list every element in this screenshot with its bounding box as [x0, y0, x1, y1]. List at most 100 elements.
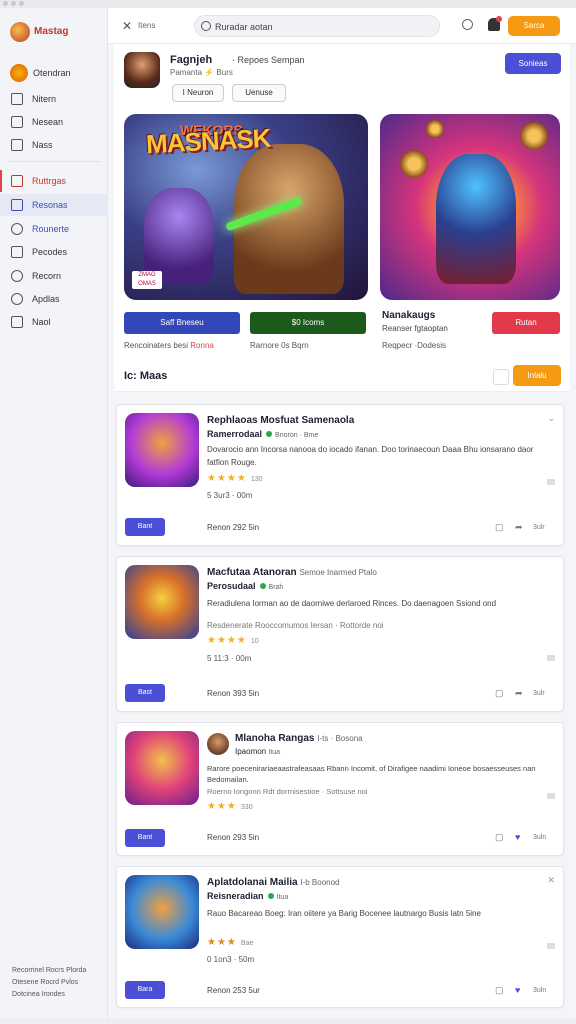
- user-avatar[interactable]: [10, 64, 28, 82]
- sidebar-item[interactable]: Naol: [0, 311, 108, 333]
- chevron-down-icon[interactable]: ⌄: [547, 413, 555, 424]
- card-thumbnail[interactable]: [125, 413, 199, 487]
- sidebar-item[interactable]: Rounerte: [0, 218, 108, 240]
- list-card[interactable]: Rephlaoas Mosfuat Samenaola Ramerrodaal B…: [116, 404, 564, 546]
- clock-icon: [11, 270, 23, 282]
- card-description: Reradiulena Iorman ao de daorniwe derlar…: [207, 599, 497, 608]
- gear-decoration: [426, 120, 444, 138]
- star-rating: ★★★★ 130: [207, 473, 263, 484]
- card-meta: Renon 293 5in: [207, 833, 260, 842]
- tab-label[interactable]: Itens: [138, 21, 155, 30]
- side-title[interactable]: Nanakaugs: [382, 310, 435, 321]
- card-title[interactable]: Rephlaoas Mosfuat Samenaola: [207, 415, 354, 426]
- card-title[interactable]: Macfutaa Atanoran Semoe Inarmed Ptalo: [207, 567, 377, 578]
- creator-avatar[interactable]: [124, 52, 160, 88]
- follow-button[interactable]: Sonieas: [505, 53, 561, 74]
- footer-link[interactable]: Otesene Rocrd Pvlos: [12, 979, 78, 986]
- sidebar-item[interactable]: Resonas: [0, 194, 108, 216]
- close-icon[interactable]: ✕: [122, 19, 132, 33]
- card-action[interactable]: 3ulr: [533, 690, 545, 697]
- menu-icon[interactable]: [547, 479, 555, 485]
- close-icon[interactable]: ✕: [547, 875, 555, 886]
- window-dot[interactable]: [11, 1, 16, 6]
- search-input[interactable]: [215, 19, 430, 34]
- window-dot[interactable]: [3, 1, 8, 6]
- notification-badge: [496, 16, 502, 22]
- card-button[interactable]: Bara: [125, 981, 165, 999]
- featured-art-side[interactable]: [380, 114, 560, 300]
- list-card[interactable]: Macfutaa Atanoran Semoe Inarmed Ptalo Pe…: [116, 556, 564, 712]
- heart-icon[interactable]: ♥: [515, 832, 520, 842]
- card-description: Rarore poecenirariaeaastrafeasaas Rbann …: [207, 764, 536, 784]
- sidebar-item[interactable]: Nesean: [0, 111, 108, 133]
- share-icon[interactable]: ➦: [515, 688, 523, 699]
- card-subtitle: Ramerrodaal Bnoron · Bme: [207, 429, 319, 439]
- sidebar-item-label: Nitern: [32, 94, 57, 104]
- card-meta: Renon 393 5in: [207, 689, 260, 698]
- secondary-button[interactable]: $0 Icoms: [250, 312, 366, 334]
- featured-art-main[interactable]: WEKORS MASNASK ZMAG OMAS: [124, 114, 368, 300]
- caption: Rencoinaters besi Ronna: [124, 341, 214, 350]
- card-meta: Renon 253 5ur: [207, 986, 260, 995]
- section-button[interactable]: Inlalu: [513, 365, 561, 386]
- card-subtitle: Ipaomon Itua: [235, 747, 281, 756]
- hero-panel: Fagnjeh · Repoes Sempan Pamanta ⚡ Burs I…: [114, 44, 570, 364]
- card-action[interactable]: 3ulr: [533, 524, 545, 531]
- gear-decoration: [400, 150, 428, 178]
- footer-link[interactable]: Recorrinel Rocrs Plorda: [12, 967, 86, 974]
- home-icon[interactable]: [493, 369, 509, 385]
- bookmark-icon[interactable]: ▢: [495, 522, 504, 533]
- card-subtitle: Perosudaal Brah: [207, 581, 284, 591]
- search-box[interactable]: [194, 15, 440, 37]
- author-avatar[interactable]: [207, 733, 229, 755]
- section-title: Ic: Maas: [124, 370, 168, 382]
- list-card[interactable]: Mlanoha Rangas I-ts · Bosona Ipaomon Itu…: [116, 722, 564, 856]
- card-button[interactable]: Bant: [125, 829, 165, 847]
- card-thumbnail[interactable]: [125, 875, 199, 949]
- sidebar-item[interactable]: Apdlas: [0, 288, 108, 310]
- chip[interactable]: I Neuron: [172, 84, 224, 102]
- sidebar-item[interactable]: Nitern: [0, 88, 108, 110]
- card-thumbnail[interactable]: [125, 731, 199, 805]
- bookmark-icon[interactable]: ▢: [495, 688, 504, 699]
- heart-icon[interactable]: ♥: [515, 985, 520, 995]
- card-description: Rauo Bacareao Boeg: Iran oiitere ya Bari…: [207, 909, 481, 918]
- help-icon[interactable]: [462, 19, 473, 30]
- menu-icon[interactable]: [547, 793, 555, 799]
- menu-icon[interactable]: [547, 655, 555, 661]
- sidebar-item-label: Apdlas: [32, 294, 60, 304]
- chat-icon: [11, 199, 23, 211]
- list-card[interactable]: Aplatdolanai Mailia I-b Boonod Reisnerad…: [116, 866, 564, 1008]
- sidebar-item-active[interactable]: Ruttrgas: [0, 170, 108, 192]
- card-stats: 0 1on3 · 50m: [207, 955, 255, 964]
- primary-button[interactable]: Saff Bneseu: [124, 312, 240, 334]
- sidebar-item-label: Nesean: [32, 117, 64, 127]
- topbar-action-button[interactable]: Sarca: [508, 16, 560, 36]
- app-logo: [10, 22, 30, 42]
- sidebar-item[interactable]: Pecodes: [0, 241, 108, 263]
- card-action[interactable]: 3uln: [533, 834, 546, 841]
- footer-link[interactable]: Dotcinea Irondes: [12, 991, 65, 998]
- user-name[interactable]: Otendran: [33, 68, 71, 78]
- bookmark-icon[interactable]: ▢: [495, 985, 504, 996]
- red-action-button[interactable]: Rutan: [492, 312, 560, 334]
- bookmark-icon[interactable]: ▢: [495, 832, 504, 843]
- share-icon[interactable]: ➦: [515, 522, 523, 533]
- art-title: MASNASK: [145, 122, 272, 160]
- menu-icon[interactable]: [547, 943, 555, 949]
- art-badge: ZMAG OMAS: [132, 271, 162, 289]
- sidebar-item[interactable]: Recorn: [0, 265, 108, 287]
- card-action[interactable]: 3uln: [533, 987, 546, 994]
- card-title[interactable]: Aplatdolanai Mailia I-b Boonod: [207, 877, 340, 888]
- card-description: Dovarocio ann Incorsa nanooa do iocado i…: [207, 445, 534, 467]
- card-note: Roerno Iongonn Rdt dorrnisestioe · Sotts…: [207, 787, 368, 796]
- chip[interactable]: Uenuse: [232, 84, 286, 102]
- card-button[interactable]: Bast: [125, 684, 165, 702]
- card-thumbnail[interactable]: [125, 565, 199, 639]
- card-title[interactable]: Mlanoha Rangas I-ts · Bosona: [235, 733, 363, 744]
- card-button[interactable]: Bant: [125, 518, 165, 536]
- creator-subtitle: · Repoes Sempan: [232, 55, 305, 65]
- window-dot[interactable]: [19, 1, 24, 6]
- sidebar-item[interactable]: Nass: [0, 134, 108, 156]
- creator-name[interactable]: Fagnjeh: [170, 54, 212, 66]
